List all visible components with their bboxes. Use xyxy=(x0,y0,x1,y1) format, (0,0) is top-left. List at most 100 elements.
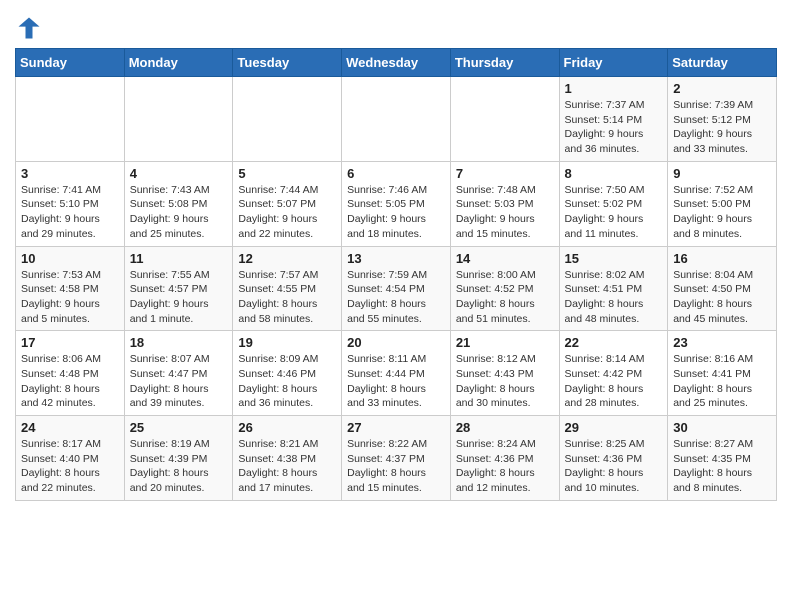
day-number: 20 xyxy=(347,335,445,350)
day-info: Sunrise: 8:06 AM Sunset: 4:48 PM Dayligh… xyxy=(21,352,119,411)
day-info: Sunrise: 8:27 AM Sunset: 4:35 PM Dayligh… xyxy=(673,437,771,496)
calendar-cell: 28 Sunrise: 8:24 AM Sunset: 4:36 PM Dayli… xyxy=(450,416,559,501)
calendar-week-row: 10 Sunrise: 7:53 AM Sunset: 4:58 PM Dayli… xyxy=(16,246,777,331)
day-number: 21 xyxy=(456,335,554,350)
calendar: SundayMondayTuesdayWednesdayThursdayFrid… xyxy=(15,48,777,501)
day-info: Sunrise: 7:43 AM Sunset: 5:08 PM Dayligh… xyxy=(130,183,228,242)
day-number: 8 xyxy=(565,166,663,181)
calendar-cell: 25Sunrise: 8:19 AM Sunset: 4:39 PM Dayli… xyxy=(124,416,233,501)
header xyxy=(15,10,777,42)
day-info: Sunrise: 8:11 AM Sunset: 4:44 PM Dayligh… xyxy=(347,352,445,411)
day-info: Sunrise: 8:02 AM Sunset: 4:51 PM Dayligh… xyxy=(565,268,663,327)
calendar-week-row: 17 Sunrise: 8:06 AM Sunset: 4:48 PM Dayli… xyxy=(16,331,777,416)
calendar-cell: 6 Sunrise: 7:46 AM Sunset: 5:05 PM Daylig… xyxy=(342,161,451,246)
day-info: Sunrise: 8:19 AM Sunset: 4:39 PM Dayligh… xyxy=(130,437,228,496)
calendar-cell: 21 Sunrise: 8:12 AM Sunset: 4:43 PM Dayli… xyxy=(450,331,559,416)
day-info: Sunrise: 7:41 AM Sunset: 5:10 PM Dayligh… xyxy=(21,183,119,242)
day-number: 30 xyxy=(673,420,771,435)
day-number: 22 xyxy=(565,335,663,350)
day-number: 7 xyxy=(456,166,554,181)
day-info: Sunrise: 7:50 AM Sunset: 5:02 PM Dayligh… xyxy=(565,183,663,242)
calendar-cell: 15 Sunrise: 8:02 AM Sunset: 4:51 PM Dayli… xyxy=(559,246,668,331)
day-info: Sunrise: 7:52 AM Sunset: 5:00 PM Dayligh… xyxy=(673,183,771,242)
calendar-cell xyxy=(450,77,559,162)
day-info: Sunrise: 8:12 AM Sunset: 4:43 PM Dayligh… xyxy=(456,352,554,411)
calendar-week-row: 3Sunrise: 7:41 AM Sunset: 5:10 PM Daylig… xyxy=(16,161,777,246)
calendar-week-row: 24 Sunrise: 8:17 AM Sunset: 4:40 PM Dayli… xyxy=(16,416,777,501)
calendar-cell xyxy=(16,77,125,162)
calendar-cell: 26 Sunrise: 8:21 AM Sunset: 4:38 PM Dayli… xyxy=(233,416,342,501)
day-info: Sunrise: 8:25 AM Sunset: 4:36 PM Dayligh… xyxy=(565,437,663,496)
day-number: 18 xyxy=(130,335,228,350)
day-number: 2 xyxy=(673,81,771,96)
day-header-monday: Monday xyxy=(124,49,233,77)
day-info: Sunrise: 8:04 AM Sunset: 4:50 PM Dayligh… xyxy=(673,268,771,327)
calendar-cell: 29 Sunrise: 8:25 AM Sunset: 4:36 PM Dayli… xyxy=(559,416,668,501)
day-info: Sunrise: 8:17 AM Sunset: 4:40 PM Dayligh… xyxy=(21,437,119,496)
calendar-cell: 27 Sunrise: 8:22 AM Sunset: 4:37 PM Dayli… xyxy=(342,416,451,501)
day-header-friday: Friday xyxy=(559,49,668,77)
calendar-cell: 9 Sunrise: 7:52 AM Sunset: 5:00 PM Daylig… xyxy=(668,161,777,246)
day-number: 19 xyxy=(238,335,336,350)
calendar-cell xyxy=(233,77,342,162)
day-info: Sunrise: 8:09 AM Sunset: 4:46 PM Dayligh… xyxy=(238,352,336,411)
calendar-cell: 7 Sunrise: 7:48 AM Sunset: 5:03 PM Daylig… xyxy=(450,161,559,246)
day-number: 16 xyxy=(673,251,771,266)
calendar-header-row: SundayMondayTuesdayWednesdayThursdayFrid… xyxy=(16,49,777,77)
day-info: Sunrise: 7:48 AM Sunset: 5:03 PM Dayligh… xyxy=(456,183,554,242)
day-number: 6 xyxy=(347,166,445,181)
day-number: 13 xyxy=(347,251,445,266)
calendar-cell: 23 Sunrise: 8:16 AM Sunset: 4:41 PM Dayli… xyxy=(668,331,777,416)
day-info: Sunrise: 8:24 AM Sunset: 4:36 PM Dayligh… xyxy=(456,437,554,496)
day-number: 17 xyxy=(21,335,119,350)
calendar-cell xyxy=(342,77,451,162)
day-info: Sunrise: 8:14 AM Sunset: 4:42 PM Dayligh… xyxy=(565,352,663,411)
calendar-cell: 24 Sunrise: 8:17 AM Sunset: 4:40 PM Dayli… xyxy=(16,416,125,501)
day-number: 15 xyxy=(565,251,663,266)
day-info: Sunrise: 8:16 AM Sunset: 4:41 PM Dayligh… xyxy=(673,352,771,411)
day-info: Sunrise: 8:00 AM Sunset: 4:52 PM Dayligh… xyxy=(456,268,554,327)
day-number: 5 xyxy=(238,166,336,181)
day-number: 28 xyxy=(456,420,554,435)
calendar-cell: 4 Sunrise: 7:43 AM Sunset: 5:08 PM Daylig… xyxy=(124,161,233,246)
day-info: Sunrise: 7:53 AM Sunset: 4:58 PM Dayligh… xyxy=(21,268,119,327)
calendar-cell: 17 Sunrise: 8:06 AM Sunset: 4:48 PM Dayli… xyxy=(16,331,125,416)
day-number: 29 xyxy=(565,420,663,435)
calendar-cell: 13 Sunrise: 7:59 AM Sunset: 4:54 PM Dayli… xyxy=(342,246,451,331)
calendar-cell: 22 Sunrise: 8:14 AM Sunset: 4:42 PM Dayli… xyxy=(559,331,668,416)
day-info: Sunrise: 7:44 AM Sunset: 5:07 PM Dayligh… xyxy=(238,183,336,242)
day-header-wednesday: Wednesday xyxy=(342,49,451,77)
calendar-cell: 2Sunrise: 7:39 AM Sunset: 5:12 PM Daylig… xyxy=(668,77,777,162)
day-number: 23 xyxy=(673,335,771,350)
day-header-saturday: Saturday xyxy=(668,49,777,77)
day-number: 24 xyxy=(21,420,119,435)
day-number: 26 xyxy=(238,420,336,435)
calendar-cell: 30 Sunrise: 8:27 AM Sunset: 4:35 PM Dayli… xyxy=(668,416,777,501)
day-number: 10 xyxy=(21,251,119,266)
day-info: Sunrise: 7:37 AM Sunset: 5:14 PM Dayligh… xyxy=(565,98,663,157)
day-number: 27 xyxy=(347,420,445,435)
calendar-cell: 16 Sunrise: 8:04 AM Sunset: 4:50 PM Dayli… xyxy=(668,246,777,331)
day-info: Sunrise: 8:21 AM Sunset: 4:38 PM Dayligh… xyxy=(238,437,336,496)
day-header-thursday: Thursday xyxy=(450,49,559,77)
day-header-sunday: Sunday xyxy=(16,49,125,77)
calendar-cell: 1Sunrise: 7:37 AM Sunset: 5:14 PM Daylig… xyxy=(559,77,668,162)
calendar-cell: 8 Sunrise: 7:50 AM Sunset: 5:02 PM Daylig… xyxy=(559,161,668,246)
day-number: 9 xyxy=(673,166,771,181)
calendar-cell xyxy=(124,77,233,162)
day-info: Sunrise: 8:07 AM Sunset: 4:47 PM Dayligh… xyxy=(130,352,228,411)
calendar-cell: 5 Sunrise: 7:44 AM Sunset: 5:07 PM Daylig… xyxy=(233,161,342,246)
day-info: Sunrise: 8:22 AM Sunset: 4:37 PM Dayligh… xyxy=(347,437,445,496)
day-info: Sunrise: 7:46 AM Sunset: 5:05 PM Dayligh… xyxy=(347,183,445,242)
day-header-tuesday: Tuesday xyxy=(233,49,342,77)
day-number: 4 xyxy=(130,166,228,181)
calendar-cell: 18 Sunrise: 8:07 AM Sunset: 4:47 PM Dayli… xyxy=(124,331,233,416)
calendar-cell: 12Sunrise: 7:57 AM Sunset: 4:55 PM Dayli… xyxy=(233,246,342,331)
calendar-cell: 19 Sunrise: 8:09 AM Sunset: 4:46 PM Dayli… xyxy=(233,331,342,416)
day-number: 11 xyxy=(130,251,228,266)
calendar-cell: 20 Sunrise: 8:11 AM Sunset: 4:44 PM Dayli… xyxy=(342,331,451,416)
day-info: Sunrise: 7:55 AM Sunset: 4:57 PM Dayligh… xyxy=(130,268,228,327)
day-number: 12 xyxy=(238,251,336,266)
day-info: Sunrise: 7:59 AM Sunset: 4:54 PM Dayligh… xyxy=(347,268,445,327)
calendar-cell: 10 Sunrise: 7:53 AM Sunset: 4:58 PM Dayli… xyxy=(16,246,125,331)
